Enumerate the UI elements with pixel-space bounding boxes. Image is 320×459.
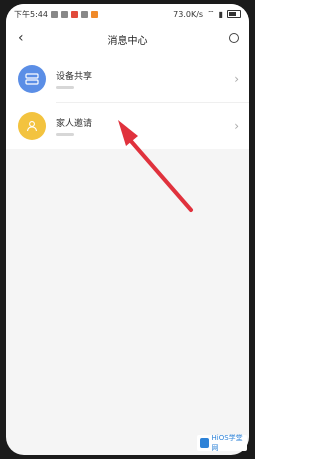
row-text: 设备共享 [56,69,92,89]
message-list: 设备共享 › 家人邀请 › [6,56,249,149]
status-time: 下午5:44 [14,10,48,19]
phone-screen: 下午5:44 73.0K/s ⌔ ▮ ‹ 消息中心 设备共享 › 家人邀请 › [6,4,249,455]
settings-icon[interactable] [229,33,239,43]
signal-icon: ▮ [218,9,223,19]
wifi-icon: ⌔ [207,9,215,18]
status-bar: 下午5:44 73.0K/s ⌔ ▮ [6,4,249,22]
notification-icon [80,11,88,18]
notification-icon [50,11,58,18]
network-speed: 73.0K/s [173,9,204,19]
list-item-family-invite[interactable]: 家人邀请 › [6,103,249,149]
battery-icon [227,10,241,18]
list-item-device-share[interactable]: 设备共享 › [6,56,249,102]
notification-icon [70,11,78,18]
family-invite-avatar [18,112,46,140]
watermark-text: HiOS学堂网 [211,434,243,452]
chevron-right-icon: › [234,72,239,86]
status-left: 下午5:44 [14,9,98,20]
row-text: 家人邀请 [56,116,92,136]
row-title: 家人邀请 [56,119,93,129]
watermark-logo-icon [200,438,209,448]
device-share-avatar [18,65,46,93]
header: ‹ 消息中心 [6,22,249,56]
watermark: HiOS学堂网 [197,434,247,452]
page-title: 消息中心 [107,36,148,47]
device-share-icon [25,73,39,85]
family-invite-icon [26,121,38,132]
row-subtitle-blurred [56,86,74,89]
row-title: 设备共享 [56,72,93,82]
device-frame: 下午5:44 73.0K/s ⌔ ▮ ‹ 消息中心 设备共享 › 家人邀请 › [0,0,255,459]
notification-icon [60,11,68,18]
status-right: 73.0K/s ⌔ ▮ [173,9,241,19]
row-subtitle-blurred [56,133,74,136]
chevron-right-icon: › [234,119,239,133]
notification-icon [90,11,98,18]
